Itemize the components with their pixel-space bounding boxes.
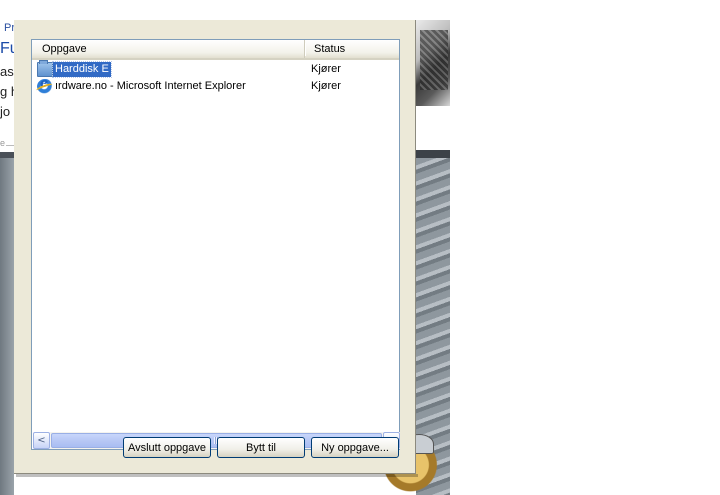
task-status: Kjører [311, 63, 341, 75]
end-task-button[interactable]: Avslutt oppgave [123, 437, 211, 458]
task-name: ırdware.no - Microsoft Internet Explorer [55, 80, 246, 92]
task-list-header: Oppgave Status [32, 40, 399, 60]
task-row-internet-explorer[interactable]: e ırdware.no - Microsoft Internet Explor… [32, 76, 399, 95]
background-text-fragment: as [0, 64, 14, 79]
folder-icon [37, 60, 53, 77]
background-text-fragment: e [0, 138, 6, 148]
task-list-rows: Harddisk E Kjører e ırdware.no - Microso… [32, 60, 399, 95]
background-band [416, 150, 450, 158]
internet-explorer-icon: e [37, 76, 53, 94]
task-manager-applications-panel: Oppgave Status Harddisk E Kjører e ırdwa… [14, 20, 416, 474]
column-header-status[interactable]: Status [305, 40, 399, 58]
task-status: Kjører [311, 80, 341, 92]
new-task-button[interactable]: Ny oppgave... [311, 437, 399, 458]
dialog-shadow [16, 474, 418, 477]
laptop-keyboard-detail [420, 30, 448, 90]
task-row-harddisk-e[interactable]: Harddisk E Kjører [32, 60, 399, 78]
switch-to-button[interactable]: Bytt til [217, 437, 305, 458]
task-name: Harddisk E [52, 61, 112, 78]
chevron-left-icon: < [37, 435, 46, 446]
background-image-strip [0, 158, 14, 495]
task-list[interactable]: Oppgave Status Harddisk E Kjører e ırdwa… [31, 39, 400, 450]
column-header-task[interactable]: Oppgave [32, 40, 306, 58]
background-text-fragment: jo [0, 104, 11, 119]
scroll-left-button[interactable]: < [33, 432, 50, 449]
